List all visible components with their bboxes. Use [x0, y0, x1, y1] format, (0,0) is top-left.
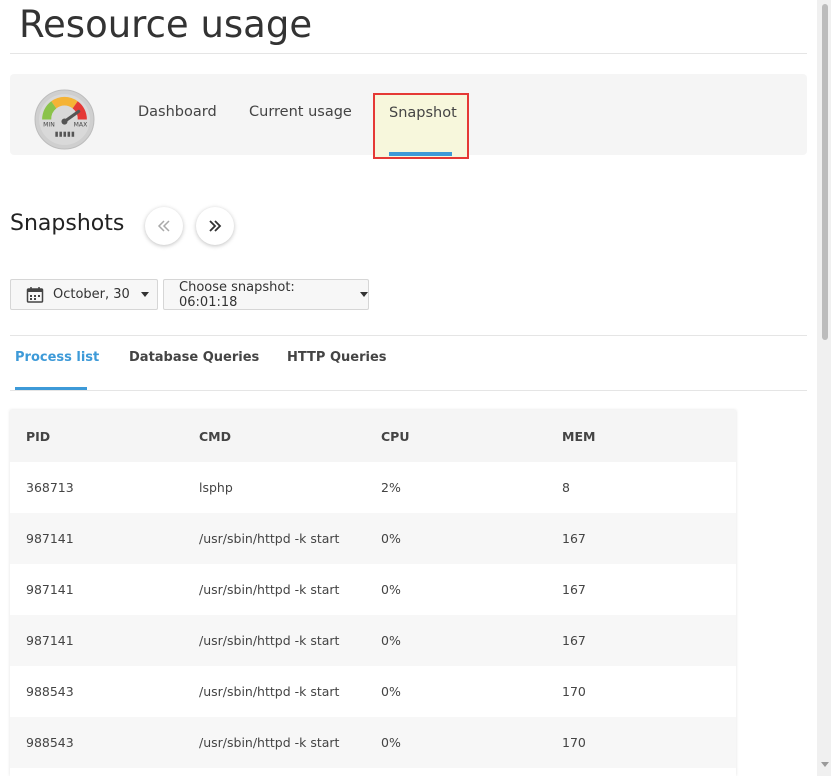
date-picker-button[interactable]: October, 30 — [10, 279, 158, 310]
cell-cpu: 0% — [381, 684, 401, 699]
cell-mem: 170 — [562, 684, 586, 699]
tab-snapshot[interactable]: Snapshot — [373, 93, 469, 159]
next-snapshot-button[interactable] — [196, 207, 234, 245]
process-table: PID CMD CPU MEM 368713 lsphp 2% 8 987141… — [10, 410, 736, 776]
cell-cmd: /usr/sbin/httpd -k start — [199, 531, 340, 546]
cell-mem: 167 — [562, 633, 586, 648]
cell-mem: 167 — [562, 531, 586, 546]
gauge-max-label: MAX — [74, 122, 88, 129]
cell-pid: 988543 — [26, 735, 74, 750]
chevron-down-icon — [360, 292, 368, 297]
date-label: October, 30 — [53, 287, 130, 302]
subtab-process-list[interactable]: Process list — [15, 350, 99, 365]
cell-cmd: /usr/sbin/httpd -k start — [199, 684, 340, 699]
table-header: PID CMD CPU MEM — [10, 410, 736, 462]
cell-cpu: 0% — [381, 633, 401, 648]
cell-cmd: /usr/sbin/httpd -k start — [199, 582, 340, 597]
cell-cpu: 0% — [381, 531, 401, 546]
table-row: 988543 /usr/sbin/httpd -k start 0% 170 — [10, 666, 736, 717]
cell-pid: 987141 — [26, 582, 74, 597]
previous-snapshot-button[interactable] — [145, 207, 183, 245]
cell-mem: 170 — [562, 735, 586, 750]
gauge-icon: MIN MAX — [34, 89, 95, 150]
page-title: Resource usage — [19, 3, 313, 46]
cell-mem: 167 — [562, 582, 586, 597]
column-header-pid[interactable]: PID — [26, 429, 50, 444]
tab-snapshot-label: Snapshot — [389, 105, 457, 121]
calendar-icon — [26, 286, 44, 303]
divider — [10, 335, 807, 336]
cell-pid: 987141 — [26, 633, 74, 648]
cell-pid: 368713 — [26, 480, 74, 495]
tab-current-usage[interactable]: Current usage — [249, 104, 352, 120]
double-chevron-left-icon — [157, 220, 170, 232]
cell-cpu: 0% — [381, 582, 401, 597]
double-chevron-right-icon — [209, 220, 222, 232]
tab-dashboard[interactable]: Dashboard — [138, 104, 217, 120]
table-row: 368713 lsphp 2% 8 — [10, 462, 736, 513]
subtab-http-queries[interactable]: HTTP Queries — [287, 350, 387, 365]
cell-cmd: /usr/sbin/httpd -k start — [199, 633, 340, 648]
snapshot-label: Choose snapshot: 06:01:18 — [179, 279, 295, 310]
cell-pid: 987141 — [26, 531, 74, 546]
resource-usage-page: Resource usage MIN MAX Dashboard Current… — [0, 0, 831, 776]
snapshots-heading: Snapshots — [10, 211, 125, 236]
tab-active-indicator — [389, 152, 452, 156]
subtab-divider — [10, 390, 807, 391]
gauge-min-label: MIN — [43, 122, 55, 129]
table-row: 987141 /usr/sbin/httpd -k start 0% 167 — [10, 564, 736, 615]
table-row: 987141 /usr/sbin/httpd -k start 0% 167 — [10, 615, 736, 666]
column-header-cpu[interactable]: CPU — [381, 429, 410, 444]
table-row: 988543 /usr/sbin/httpd -k start 0% 170 — [10, 717, 736, 768]
column-header-cmd[interactable]: CMD — [199, 429, 231, 444]
chevron-down-icon — [140, 292, 149, 297]
top-nav-panel: MIN MAX Dashboard Current usage Snapshot — [10, 74, 807, 159]
page-scrollbar-thumb[interactable] — [822, 4, 828, 340]
cell-cpu: 0% — [381, 735, 401, 750]
subtab-database-queries[interactable]: Database Queries — [129, 350, 259, 365]
cell-pid: 988543 — [26, 684, 74, 699]
cell-cpu: 2% — [381, 480, 401, 495]
cell-cmd: /usr/sbin/httpd -k start — [199, 735, 340, 750]
scroll-down-arrow-icon[interactable] — [821, 762, 829, 767]
choose-snapshot-button[interactable]: Choose snapshot: 06:01:18 — [163, 279, 369, 310]
cell-mem: 8 — [562, 480, 570, 495]
column-header-mem[interactable]: MEM — [562, 429, 595, 444]
table-row: 987141 /usr/sbin/httpd -k start 0% 167 — [10, 513, 736, 564]
cell-cmd: lsphp — [199, 480, 233, 495]
title-divider — [10, 53, 807, 54]
